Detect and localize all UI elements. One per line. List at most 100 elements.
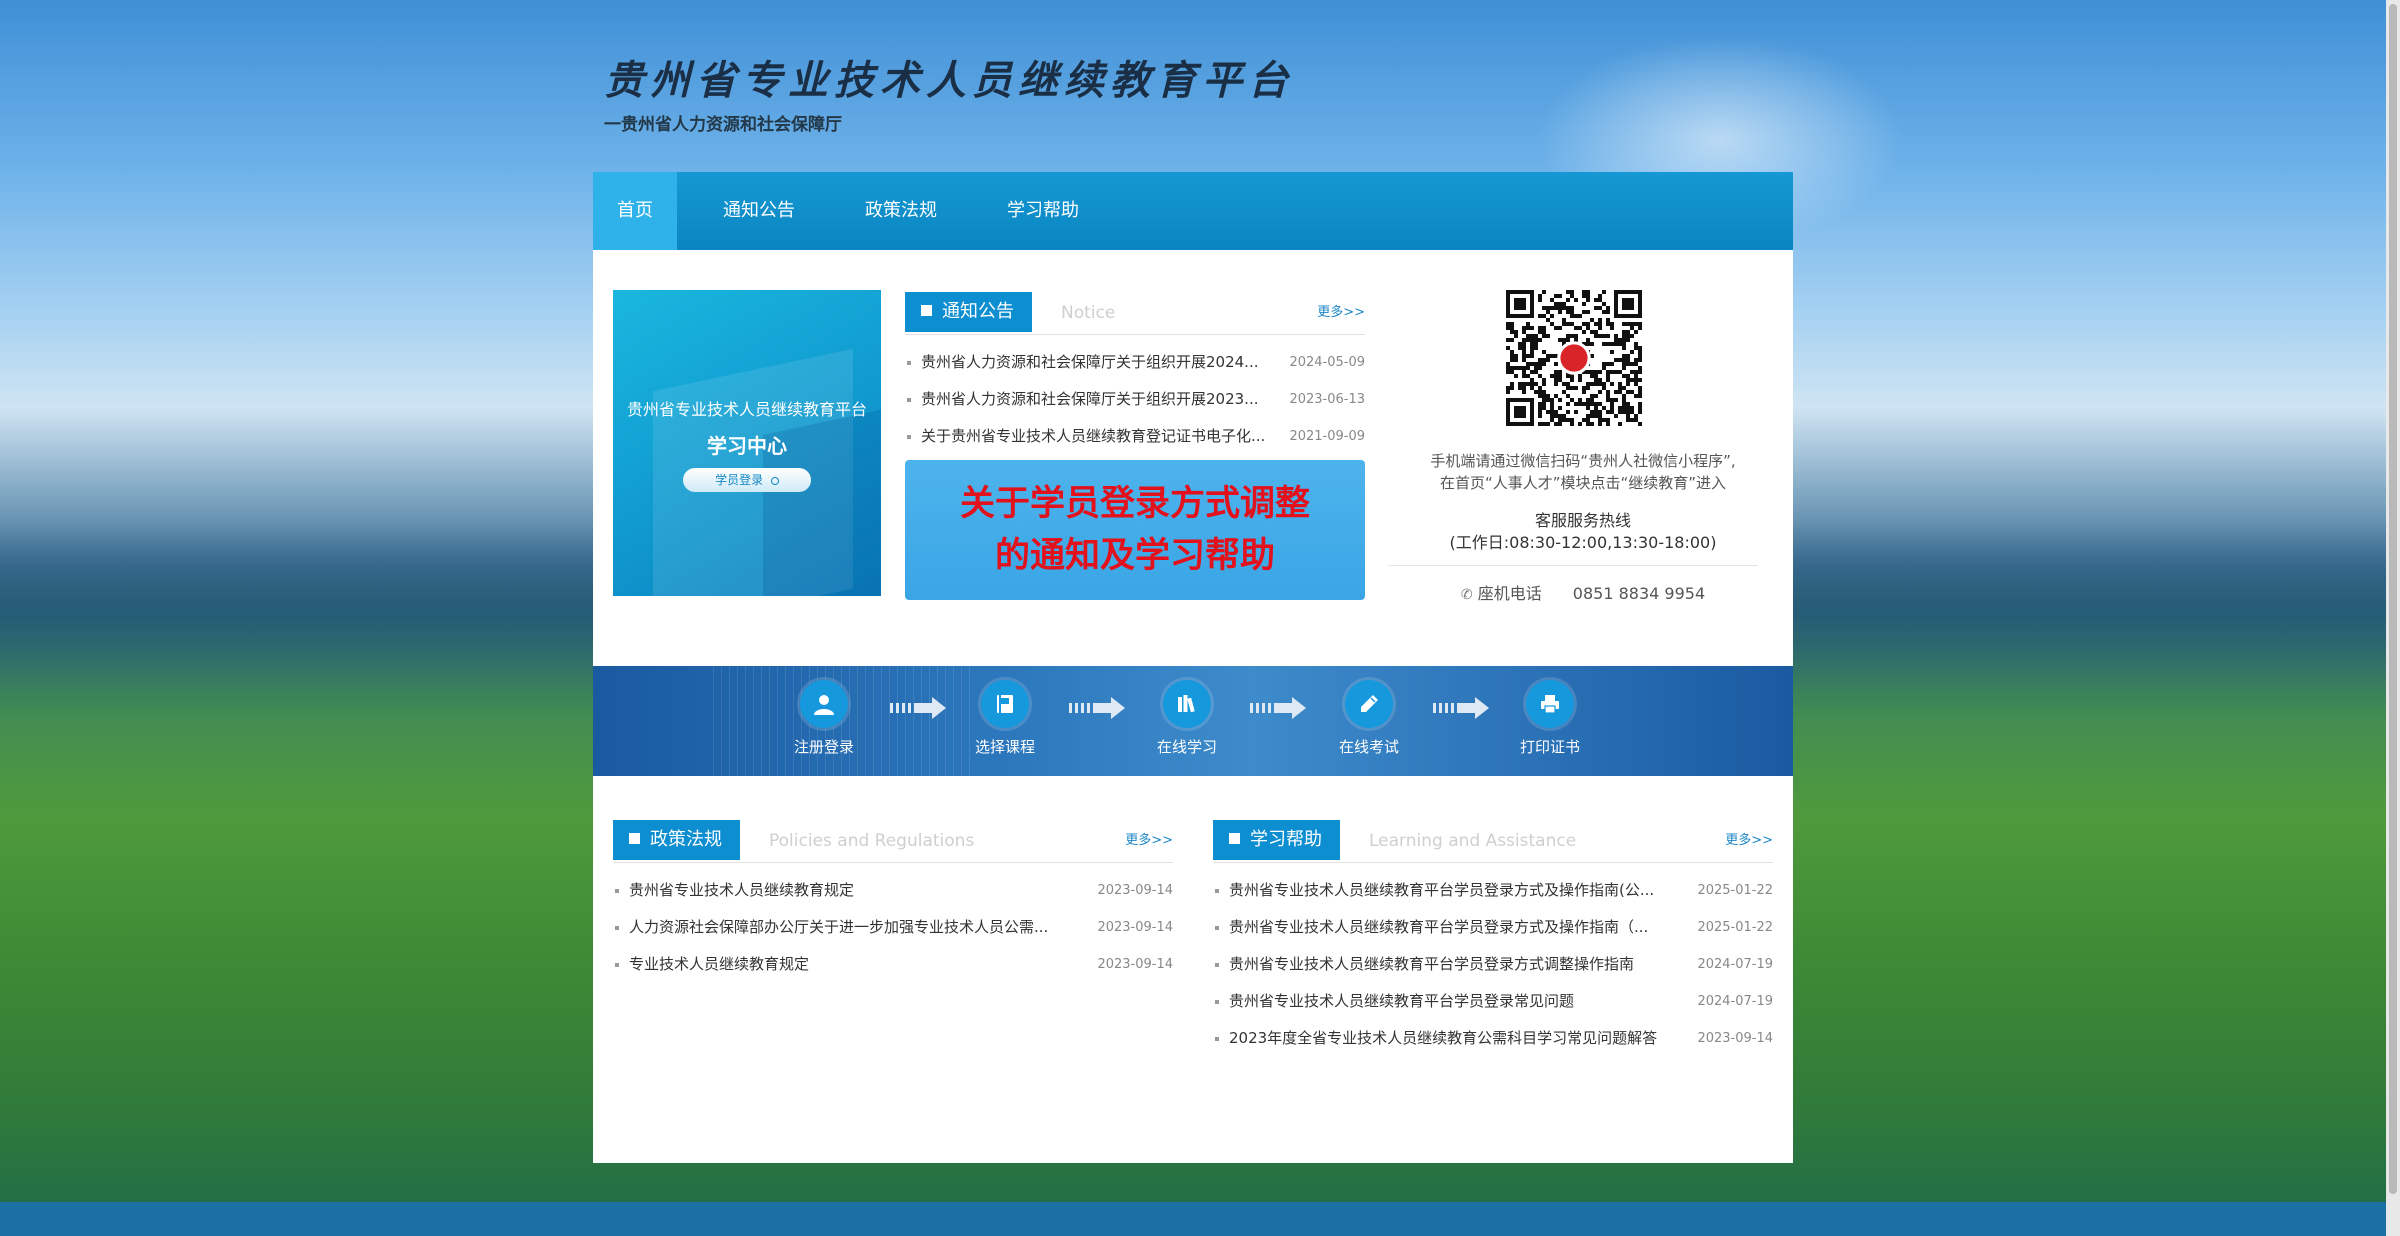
pencil-icon [1345, 680, 1393, 728]
phone-label: 座机电话 [1477, 584, 1542, 603]
list-item[interactable]: 贵州省专业技术人员继续教育平台学员登录方式及操作指南(公... 2025-01-2… [1213, 872, 1773, 909]
list-item[interactable]: 关于贵州省专业技术人员继续教育登记证书电子化... 2021-09-09 [905, 418, 1365, 455]
login-change-notice-banner[interactable]: 关于学员登录方式调整 的通知及学习帮助 [905, 460, 1365, 600]
help-item-title: 贵州省专业技术人员继续教育平台学员登录方式调整操作指南 [1229, 955, 1635, 973]
student-login-label: 学员登录 [715, 473, 764, 487]
step-print-certificate[interactable]: 打印证书 [1490, 680, 1610, 757]
contact-divider [1388, 565, 1758, 566]
policies-tab[interactable]: 政策法规 [613, 820, 740, 860]
books-icon [1163, 680, 1211, 728]
step-online-study[interactable]: 在线学习 [1127, 680, 1247, 757]
page-scrollbar[interactable] [2386, 0, 2400, 1236]
notice-date: 2023-06-13 [1289, 392, 1365, 407]
policies-title-en: Policies and Regulations [769, 831, 975, 851]
help-item-title: 贵州省专业技术人员继续教育平台学员登录常见问题 [1229, 992, 1575, 1010]
phone-icon: ✆ [1460, 587, 1473, 603]
list-item[interactable]: 专业技术人员继续教育规定 2023-09-14 [613, 946, 1173, 983]
qr-code [1506, 290, 1642, 426]
help-title-en: Learning and Assistance [1369, 831, 1577, 851]
policies-title: 政策法规 [650, 829, 722, 850]
step-label: 打印证书 [1519, 738, 1580, 756]
list-item[interactable]: 人力资源社会保障部办公厅关于进一步加强专业技术人员公需... 2023-09-14 [613, 909, 1173, 946]
student-login-button[interactable]: 学员登录 [683, 468, 811, 492]
banner-line-2: 的通知及学习帮助 [994, 536, 1275, 576]
help-header: 学习帮助 Learning and Assistance 更多>> [1213, 820, 1773, 863]
learning-center-platform: 贵州省专业技术人员继续教育平台 [626, 400, 867, 419]
main-nav: 首页 通知公告 政策法规 学习帮助 [593, 172, 1793, 250]
nav-item-help[interactable]: 学习帮助 [983, 172, 1103, 250]
step-label: 注册登录 [793, 738, 854, 756]
step-label: 在线考试 [1338, 738, 1399, 756]
help-tab[interactable]: 学习帮助 [1213, 820, 1340, 860]
nav-item-home[interactable]: 首页 [593, 172, 677, 250]
policy-title: 人力资源社会保障部办公厅关于进一步加强专业技术人员公需... [629, 918, 1049, 936]
help-more-link[interactable]: 更多>> [1725, 820, 1773, 862]
help-item-title: 贵州省专业技术人员继续教育平台学员登录方式及操作指南(公... [1229, 881, 1655, 899]
step-online-exam[interactable]: 在线考试 [1309, 680, 1429, 757]
policy-title: 专业技术人员继续教育规定 [629, 955, 810, 973]
policy-date: 2023-09-14 [1097, 883, 1173, 898]
qr-instruction-line-1: 手机端请通过微信扫码“贵州人社微信小程序”, [1430, 452, 1736, 470]
phone-row: ✆ 座机电话 0851 8834 9954 [1393, 582, 1773, 607]
help-list: 贵州省专业技术人员继续教育平台学员登录方式及操作指南(公... 2025-01-2… [1213, 872, 1773, 1057]
qr-instructions: 手机端请通过微信扫码“贵州人社微信小程序”, 在首页“人事人才”模块点击“继续教… [1393, 450, 1773, 494]
site-title: 贵州省专业技术人员继续教育平台 [604, 57, 1294, 104]
policies-list: 贵州省专业技术人员继续教育规定 2023-09-14 人力资源社会保障部办公厅关于… [613, 872, 1173, 983]
main-panel: 首页 通知公告 政策法规 学习帮助 贵州省专业技术人员继续教育平台 学习中心 学… [593, 172, 1793, 1163]
notice-title: 贵州省人力资源和社会保障厅关于组织开展2024... [921, 353, 1259, 371]
learning-center-banner[interactable]: 贵州省专业技术人员继续教育平台 学习中心 学员登录 [613, 290, 881, 596]
square-icon [921, 305, 932, 316]
help-item-title: 2023年度全省专业技术人员继续教育公需科目学习常见问题解答 [1229, 1029, 1658, 1047]
scrollbar-thumb[interactable] [2389, 4, 2397, 1194]
policy-date: 2023-09-14 [1097, 957, 1173, 972]
help-item-title: 贵州省专业技术人员继续教育平台学员登录方式及操作指南（... [1229, 918, 1649, 936]
list-item[interactable]: 贵州省人力资源和社会保障厅关于组织开展2023... 2023-06-13 [905, 381, 1365, 418]
square-icon [629, 833, 640, 844]
printer-icon [1526, 680, 1574, 728]
step-select-course[interactable]: 选择课程 [945, 680, 1065, 757]
arrow-right-icon [890, 697, 946, 719]
notices-more-link[interactable]: 更多>> [1317, 292, 1365, 334]
footer-bar [0, 1202, 2400, 1236]
help-item-date: 2024-07-19 [1697, 957, 1773, 972]
notices-header: 通知公告 Notice 更多>> [905, 292, 1365, 335]
notices-tab[interactable]: 通知公告 [905, 292, 1032, 332]
arrow-right-icon [1433, 697, 1489, 719]
user-icon [800, 680, 848, 728]
book-icon [981, 680, 1029, 728]
notice-date: 2024-05-09 [1289, 355, 1365, 370]
step-register-login[interactable]: 注册登录 [764, 680, 884, 757]
nav-item-notices[interactable]: 通知公告 [699, 172, 819, 250]
notice-title: 关于贵州省专业技术人员继续教育登记证书电子化... [921, 427, 1266, 445]
list-item[interactable]: 贵州省专业技术人员继续教育规定 2023-09-14 [613, 872, 1173, 909]
notices-title: 通知公告 [942, 301, 1014, 322]
square-icon [1229, 833, 1240, 844]
step-label: 在线学习 [1156, 738, 1217, 756]
banner-line-1: 关于学员登录方式调整 [959, 484, 1310, 524]
help-item-date: 2025-01-22 [1697, 920, 1773, 935]
hotline-hours: (工作日:08:30-12:00,13:30-18:00) [1449, 533, 1717, 552]
arrow-right-icon [1069, 697, 1125, 719]
notice-title: 贵州省人力资源和社会保障厅关于组织开展2023... [921, 390, 1259, 408]
notices-list: 贵州省人力资源和社会保障厅关于组织开展2024... 2024-05-09 贵州省… [905, 344, 1365, 455]
list-item[interactable]: 贵州省专业技术人员继续教育平台学员登录常见问题 2024-07-19 [1213, 983, 1773, 1020]
notice-date: 2021-09-09 [1289, 429, 1365, 444]
list-item[interactable]: 贵州省专业技术人员继续教育平台学员登录方式调整操作指南 2024-07-19 [1213, 946, 1773, 983]
process-strip: 注册登录 选择课程 在线学习 在线考试 打印证书 [593, 666, 1793, 776]
policies-more-link[interactable]: 更多>> [1125, 820, 1173, 862]
hotline-title: 客服服务热线 [1534, 511, 1631, 530]
nav-item-policies[interactable]: 政策法规 [841, 172, 961, 250]
help-item-date: 2025-01-22 [1697, 883, 1773, 898]
help-item-date: 2024-07-19 [1697, 994, 1773, 1009]
phone-number: 0851 8834 9954 [1572, 584, 1706, 603]
list-item[interactable]: 贵州省专业技术人员继续教育平台学员登录方式及操作指南（... 2025-01-22 [1213, 909, 1773, 946]
policy-date: 2023-09-14 [1097, 920, 1173, 935]
policies-header: 政策法规 Policies and Regulations 更多>> [613, 820, 1173, 863]
arrow-right-icon [1250, 697, 1306, 719]
help-item-date: 2023-09-14 [1697, 1031, 1773, 1046]
qr-instruction-line-2: 在首页“人事人才”模块点击“继续教育”进入 [1439, 474, 1727, 492]
list-item[interactable]: 贵州省人力资源和社会保障厅关于组织开展2024... 2024-05-09 [905, 344, 1365, 381]
policy-title: 贵州省专业技术人员继续教育规定 [629, 881, 855, 899]
step-label: 选择课程 [974, 738, 1035, 756]
list-item[interactable]: 2023年度全省专业技术人员继续教育公需科目学习常见问题解答 2023-09-14 [1213, 1020, 1773, 1057]
